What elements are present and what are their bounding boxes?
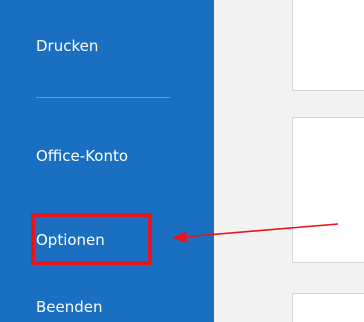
sidebar-item-beenden[interactable]: Beenden xyxy=(36,297,103,317)
content-panel-bottom xyxy=(292,293,364,322)
content-panel-middle xyxy=(292,117,364,263)
optionen-highlight-box xyxy=(31,213,152,265)
main-content-area xyxy=(214,0,364,322)
sidebar-item-drucken[interactable]: Drucken xyxy=(36,36,98,56)
sidebar-item-office-konto[interactable]: Office-Konto xyxy=(36,146,156,166)
backstage-sidebar: Drucken Office-Konto Optionen Beenden xyxy=(0,0,214,322)
sidebar-divider xyxy=(36,97,170,98)
content-panel-top xyxy=(292,0,364,91)
screenshot-root: Drucken Office-Konto Optionen Beenden xyxy=(0,0,364,322)
